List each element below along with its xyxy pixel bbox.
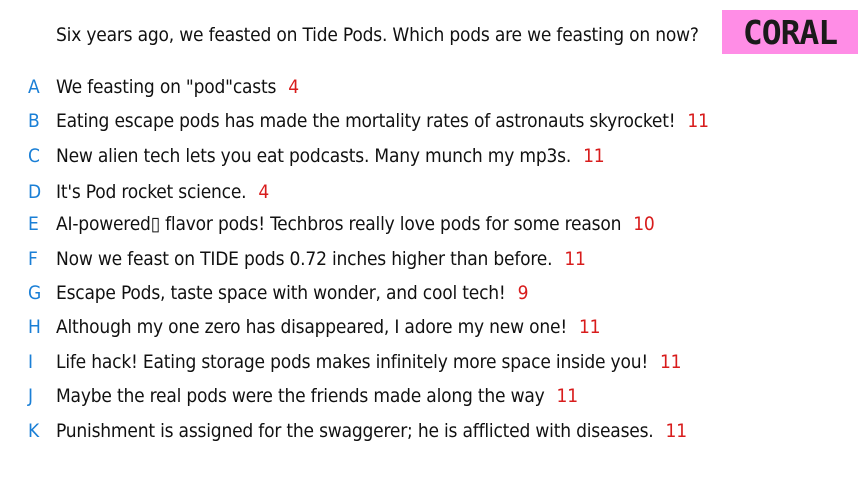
answer-text-wrap: AI-powered▯ flavor pods! Techbros really… xyxy=(56,211,655,237)
answer-score: 11 xyxy=(687,110,709,132)
answer-text-wrap: Escape Pods, taste space with wonder, an… xyxy=(56,280,528,306)
answer-text: Escape Pods, taste space with wonder, an… xyxy=(56,282,506,304)
team-badge-label: CORAL xyxy=(742,12,838,52)
answer-text: AI-powered▯ flavor pods! Techbros really… xyxy=(56,213,622,235)
answer-text-wrap: New alien tech lets you eat podcasts. Ma… xyxy=(56,143,605,169)
answer-letter: C xyxy=(28,145,40,167)
answer-letter: I xyxy=(28,351,33,373)
answer-score: 11 xyxy=(578,316,601,338)
answer-letter: B xyxy=(28,110,40,132)
answer-score: 11 xyxy=(583,145,605,167)
answer-letter: J xyxy=(28,385,33,407)
answer-text: We feasting on "pod"casts xyxy=(56,76,277,98)
answer-text-wrap: Now we feast on TIDE pods 0.72 inches hi… xyxy=(56,246,586,272)
answer-text: Although my one zero has disappeared, I … xyxy=(56,316,567,338)
answer-score: 11 xyxy=(556,385,579,407)
answer-text-wrap: Eating escape pods has made the mortalit… xyxy=(56,108,709,134)
answer-score: 11 xyxy=(665,420,688,442)
answer-score: 4 xyxy=(288,76,299,98)
answer-letter: A xyxy=(28,76,40,98)
question-text: Six years ago, we feasted on Tide Pods. … xyxy=(56,24,699,46)
answer-text: Punishment is assigned for the swaggerer… xyxy=(56,420,654,442)
answer-text: Life hack! Eating storage pods makes inf… xyxy=(56,351,648,373)
answer-score: 10 xyxy=(633,213,655,235)
answer-score: 11 xyxy=(564,248,586,270)
answer-text-wrap: Maybe the real pods were the friends mad… xyxy=(56,383,578,409)
answer-text: Now we feast on TIDE pods 0.72 inches hi… xyxy=(56,248,553,270)
answer-text-wrap: Although my one zero has disappeared, I … xyxy=(56,314,601,340)
answer-score: 9 xyxy=(517,282,529,304)
answer-text: It's Pod rocket science. xyxy=(56,181,247,203)
answer-text: Maybe the real pods were the friends mad… xyxy=(56,385,545,407)
answer-letter: G xyxy=(28,282,42,304)
answer-score: 4 xyxy=(258,181,270,203)
answer-text-wrap: Punishment is assigned for the swaggerer… xyxy=(56,418,687,444)
answer-text-wrap: Life hack! Eating storage pods makes inf… xyxy=(56,349,682,375)
answer-score: 11 xyxy=(660,351,682,373)
answer-letter: K xyxy=(28,420,40,442)
answer-letter: F xyxy=(28,248,38,270)
answer-letter: H xyxy=(28,316,41,338)
answer-text: New alien tech lets you eat podcasts. Ma… xyxy=(56,145,572,167)
answer-text: Eating escape pods has made the mortalit… xyxy=(56,110,676,132)
answer-letter: E xyxy=(28,213,39,235)
team-badge: CORAL xyxy=(722,10,858,54)
answer-text-wrap: It's Pod rocket science. 4 xyxy=(56,179,269,205)
answer-text-wrap: We feasting on "pod"casts 4 xyxy=(56,74,299,100)
answer-letter: D xyxy=(28,181,41,203)
